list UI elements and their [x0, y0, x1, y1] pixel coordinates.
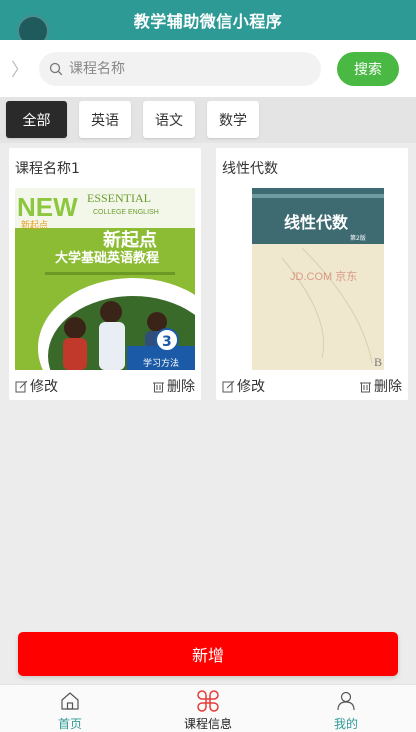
cover-edition: 第2版: [350, 234, 366, 242]
add-course-button[interactable]: 新增: [18, 632, 398, 676]
course-name: 线性代数: [222, 161, 278, 177]
cover-badge-label: 学习方法: [143, 357, 179, 369]
user-icon: [337, 691, 355, 711]
cover-corner-letter: B: [374, 355, 382, 369]
search-bar: 〉 搜索: [0, 40, 416, 97]
edit-icon: [222, 380, 235, 392]
page-title: 教学辅助微信小程序: [133, 12, 283, 31]
course-card[interactable]: 线性代数 线性代数 第2版 JD.COM 京东 B 修改 删除: [216, 148, 408, 400]
cover-brand-essential: ESSENTIAL: [87, 191, 151, 205]
tab-course-info-label: 课程信息: [183, 717, 232, 731]
edit-button[interactable]: 修改: [15, 376, 58, 396]
tab-mine[interactable]: 我的: [296, 685, 396, 732]
tab-mine-label: 我的: [333, 717, 358, 731]
edit-button[interactable]: 修改: [222, 376, 265, 396]
home-icon: [61, 692, 79, 710]
cover-badge-number: 3: [162, 334, 172, 350]
cover-brand-new: NEW: [17, 192, 78, 222]
category-chinese[interactable]: 语文: [143, 101, 195, 138]
tab-home-label: 首页: [57, 717, 82, 731]
trash-icon: [360, 382, 371, 392]
tab-home[interactable]: 首页: [20, 685, 120, 732]
course-cover-image[interactable]: NEW ESSENTIAL COLLEGE ENGLISH 新起点 新起点 大学…: [15, 188, 195, 370]
bottom-tab-bar: 首页 课程信息 我的: [0, 684, 416, 732]
category-all[interactable]: 全部: [6, 101, 67, 138]
cover-subtitle-cn: 大学基础英语教程: [55, 250, 159, 266]
cover-brand-college: COLLEGE ENGLISH: [93, 209, 159, 216]
delete-label: 删除: [374, 379, 402, 395]
search-input[interactable]: [69, 61, 289, 77]
delete-label: 删除: [167, 379, 195, 395]
cover-watermark: JD.COM 京东: [290, 269, 357, 283]
category-english[interactable]: 英语: [79, 101, 131, 138]
cover-title-cn: 线性代数: [284, 213, 349, 232]
clover-icon: [197, 690, 219, 712]
edit-label: 修改: [237, 379, 265, 395]
category-math[interactable]: 数学: [207, 101, 259, 138]
category-bar: 全部 英语 语文 数学: [0, 97, 416, 143]
cover-title-cn: 新起点: [103, 229, 157, 251]
course-card[interactable]: 课程名称1 NEW ESSENTIAL COLLEGE ENGLISH 新起点 …: [9, 148, 201, 400]
tab-course-info[interactable]: 课程信息: [158, 685, 258, 732]
search-button[interactable]: 搜索: [337, 52, 399, 86]
delete-button[interactable]: 删除: [359, 376, 402, 396]
search-box[interactable]: [39, 52, 321, 86]
app-header: 教学辅助微信小程序: [0, 0, 416, 45]
search-icon: [49, 62, 63, 76]
cover-brand-cn: 新起点: [21, 219, 48, 231]
edit-icon: [15, 380, 28, 392]
trash-icon: [153, 382, 164, 392]
edit-label: 修改: [30, 379, 58, 395]
delete-button[interactable]: 删除: [152, 376, 195, 396]
chevron-right-icon[interactable]: 〉: [11, 56, 29, 82]
course-name: 课程名称1: [15, 161, 80, 177]
course-cover-image[interactable]: 线性代数 第2版 JD.COM 京东 B: [222, 188, 402, 370]
